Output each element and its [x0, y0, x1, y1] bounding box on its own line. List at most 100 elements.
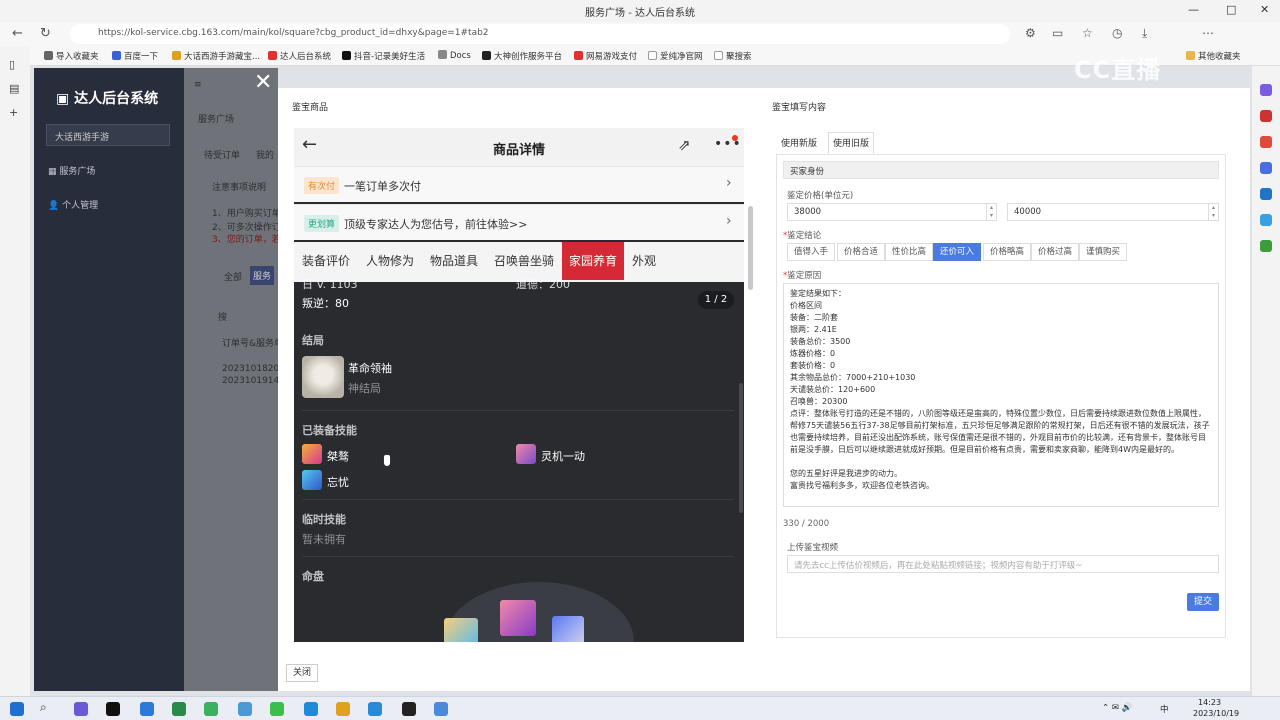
conclusion-option[interactable]: 价格过高	[1031, 243, 1080, 261]
close-modal-icon[interactable]: ✕	[254, 72, 272, 94]
bookmark-item[interactable]: 百度一下	[112, 50, 158, 62]
tab-home[interactable]: 家园养育	[562, 242, 625, 280]
tab-character[interactable]: 人物修为	[366, 242, 414, 280]
price-min-input[interactable]: 38000 ▴ ▾	[787, 203, 997, 221]
clock-date[interactable]: 2023/10/19	[1193, 709, 1239, 718]
conclusion-option[interactable]: 值得入手	[787, 243, 836, 261]
send-icon[interactable]	[1260, 214, 1272, 226]
conclusion-option[interactable]: 价格合适	[837, 243, 886, 261]
bookmark-item[interactable]: 其他收藏夹	[1186, 50, 1241, 62]
preview-scrollbar[interactable]	[748, 206, 753, 290]
video-link-input[interactable]: 请先去cc上传估价视频后，再在此处粘贴视频链接；视频内容有助于打评级~	[787, 555, 1219, 573]
tray-icons[interactable]: ⌃ ✉ 🔊	[1102, 703, 1132, 713]
bookmark-item[interactable]: 抖音-记录美好生活	[342, 50, 425, 62]
chevron-right-icon: ›	[726, 213, 732, 229]
bookmark-item[interactable]: Docs	[438, 50, 471, 61]
cc-watermark: CC直播	[1074, 56, 1162, 84]
promo-expert[interactable]: 更划算 顶级专家达人为您估号，前往体验>> ›	[294, 204, 744, 240]
breadcrumb: 服务广场	[198, 115, 235, 125]
tab-old-version[interactable]: 使用旧版	[828, 132, 875, 154]
phone-scrollbar[interactable]	[739, 383, 743, 513]
conclusion-option[interactable]: 性价比高	[885, 243, 934, 261]
extensions-icon[interactable]: ⚙	[1025, 26, 1036, 40]
app-icon[interactable]	[204, 702, 218, 716]
ime-indicator[interactable]: 中	[1160, 703, 1169, 715]
wechat-icon[interactable]	[270, 702, 284, 716]
game-select[interactable]: 大话西游手游	[46, 124, 170, 146]
sidebar-item-personal[interactable]: 👤 个人管理	[48, 198, 98, 211]
temp-skills-none: 暂未拥有	[302, 533, 346, 546]
app-icon[interactable]	[238, 702, 252, 716]
bookmark-item[interactable]: 聚搜索	[714, 50, 752, 62]
add-icon[interactable]: +	[9, 106, 18, 119]
calculator-icon[interactable]	[172, 702, 186, 716]
obs-icon[interactable]	[402, 702, 416, 716]
settings-more-icon[interactable]: ⋯	[1202, 26, 1214, 40]
submit-button[interactable]: 提交	[1187, 593, 1219, 611]
promo-installment[interactable]: 有次付 一笔订单多次付 ›	[294, 166, 744, 202]
app-icon[interactable]	[1260, 162, 1272, 174]
minimize-icon[interactable]: —	[1188, 3, 1199, 16]
split-screen-icon[interactable]: ▭	[1052, 26, 1063, 40]
windows-start-icon[interactable]	[10, 702, 24, 716]
maximize-icon[interactable]: □	[1226, 3, 1236, 16]
sidebar-item-service-square[interactable]: ▦ 服务广场	[48, 164, 95, 177]
reason-textarea[interactable]: 鉴定结果如下： 价格区间 装备：二阶套 银两：2.41E 装备总价：3500 炼…	[783, 283, 1219, 507]
tree-icon[interactable]	[1260, 240, 1272, 252]
buyer-identity-header: 买家身份	[783, 161, 1219, 179]
office-icon[interactable]	[1260, 136, 1272, 148]
tab-items[interactable]: 物品道具	[430, 242, 478, 280]
history-icon[interactable]: ◷	[1112, 26, 1122, 40]
share-icon[interactable]: ⇗	[678, 136, 691, 154]
tab-new-version[interactable]: 使用新版	[776, 132, 822, 154]
refresh-icon[interactable]: ↻	[40, 26, 51, 41]
divider	[302, 499, 734, 500]
app-icon[interactable]	[434, 702, 448, 716]
toolbox-icon[interactable]	[1260, 110, 1272, 122]
bookmark-item[interactable]: 导入收藏夹	[44, 50, 99, 62]
ending-name: 革命领袖	[348, 362, 392, 375]
tab-equipment[interactable]: 装备评价	[302, 242, 350, 280]
char-counter: 330 / 2000	[783, 519, 830, 529]
baidu-icon	[112, 51, 121, 60]
bookmark-item[interactable]: 爱纯净官网	[648, 50, 703, 62]
outlook-icon[interactable]	[1260, 188, 1272, 200]
product-detail-preview: ← 商品详情 ⇗ ••• 有次付 一笔订单多次付 › 更划算 顶级专家达人为您估…	[294, 128, 744, 642]
background-page-overlay: ≡ 服务广场 待受订单 我的 注意事项说明 1、用户购买订单后... 2、可多次…	[184, 68, 298, 691]
conclusion-option-active[interactable]: 还价可入	[933, 243, 982, 261]
reason-label: *鉴定原因	[783, 271, 822, 281]
game-icon[interactable]	[336, 702, 350, 716]
tab-appearance[interactable]: 外观	[632, 242, 656, 280]
bookmark-item[interactable]: 达人后台系统	[268, 50, 331, 62]
conclusion-option[interactable]: 价格略高	[983, 243, 1032, 261]
product-detail-header: ← 商品详情 ⇗ •••	[294, 128, 744, 166]
app-icon[interactable]	[74, 702, 88, 716]
close-button[interactable]: 关闭	[286, 664, 318, 682]
close-window-icon[interactable]: ✕	[1260, 3, 1269, 16]
conclusion-option[interactable]: 谨慎购买	[1079, 243, 1128, 261]
price-max-input[interactable]: 40000 ▴ ▾	[1007, 203, 1219, 221]
tiktok-icon[interactable]	[106, 702, 120, 716]
diamond-icon[interactable]	[1260, 84, 1272, 96]
page-icon[interactable]: ▤	[9, 82, 19, 95]
back-arrow-icon[interactable]: ←	[12, 26, 23, 41]
stepper-icon[interactable]: ▴ ▾	[986, 204, 996, 220]
search-label: 搜	[218, 313, 228, 323]
edge-icon[interactable]	[304, 702, 318, 716]
bookmark-item[interactable]: 大神创作服务平台	[482, 50, 562, 62]
tab-pets[interactable]: 召唤兽坐骑	[494, 242, 554, 280]
download-icon[interactable]: ⤓	[1142, 26, 1147, 41]
bookmark-item[interactable]: 网易游戏支付	[574, 50, 637, 62]
tab-list-icon[interactable]: ▯	[9, 58, 15, 71]
search-icon[interactable]: ⌕	[40, 700, 54, 714]
app-icon[interactable]	[368, 702, 382, 716]
clock-time[interactable]: 14:23	[1198, 698, 1221, 707]
favorites-icon[interactable]: ☆	[1082, 26, 1093, 40]
stepper-icon[interactable]: ▴ ▾	[1208, 204, 1218, 220]
bookmark-item[interactable]: 大话西游手游藏宝...	[172, 50, 260, 62]
url-input[interactable]: https://kol-service.cbg.163.com/main/kol…	[70, 24, 1010, 44]
app-icon[interactable]	[140, 702, 154, 716]
skill-name: 桀骜	[327, 450, 349, 463]
appraisal-form: 使用新版 使用旧版 买家身份 鉴定价格(单位元) 38000 ▴ ▾ 40000 ▴ ▾…	[772, 128, 1238, 638]
divider	[302, 556, 734, 557]
